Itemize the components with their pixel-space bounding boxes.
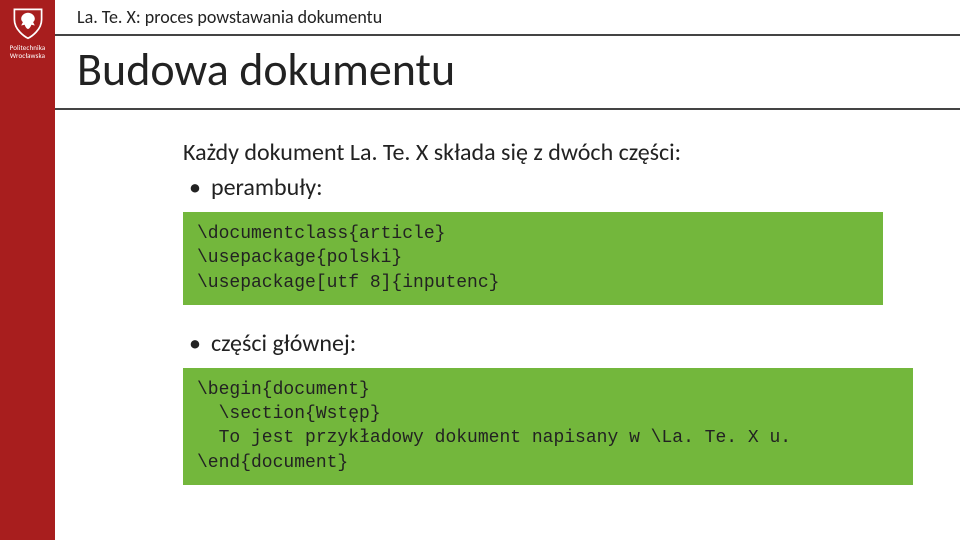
bullet-preamble-label: perambuły: <box>211 173 323 202</box>
institution-label: Politechnika Wrocławska <box>10 44 46 60</box>
bullet-dot-icon: • <box>189 332 201 356</box>
bullet-dot-icon: • <box>189 176 201 200</box>
slide-body: Każdy dokument La. Te. X składa się z dw… <box>55 110 960 485</box>
breadcrumb: La. Te. X: proces powstawania dokumentu <box>55 0 960 34</box>
intro-text: Każdy dokument La. Te. X składa się z dw… <box>183 138 920 167</box>
bullet-preamble: • perambuły: <box>183 173 920 202</box>
sidebar-logo: Politechnika Wrocławska <box>0 0 55 540</box>
code-mainpart: \begin{document} \section{Wstęp} To jest… <box>183 368 913 485</box>
code-preamble: \documentclass{article} \usepackage{pols… <box>183 212 883 305</box>
page-title: Budowa dokumentu <box>55 36 960 110</box>
slide-content: La. Te. X: proces powstawania dokumentu … <box>55 0 960 509</box>
bullet-mainpart-label: części głównej: <box>211 329 356 358</box>
bullet-mainpart: • części głównej: <box>183 329 920 358</box>
institution-line2: Wrocławska <box>10 51 45 60</box>
shield-eagle-icon <box>11 6 45 40</box>
